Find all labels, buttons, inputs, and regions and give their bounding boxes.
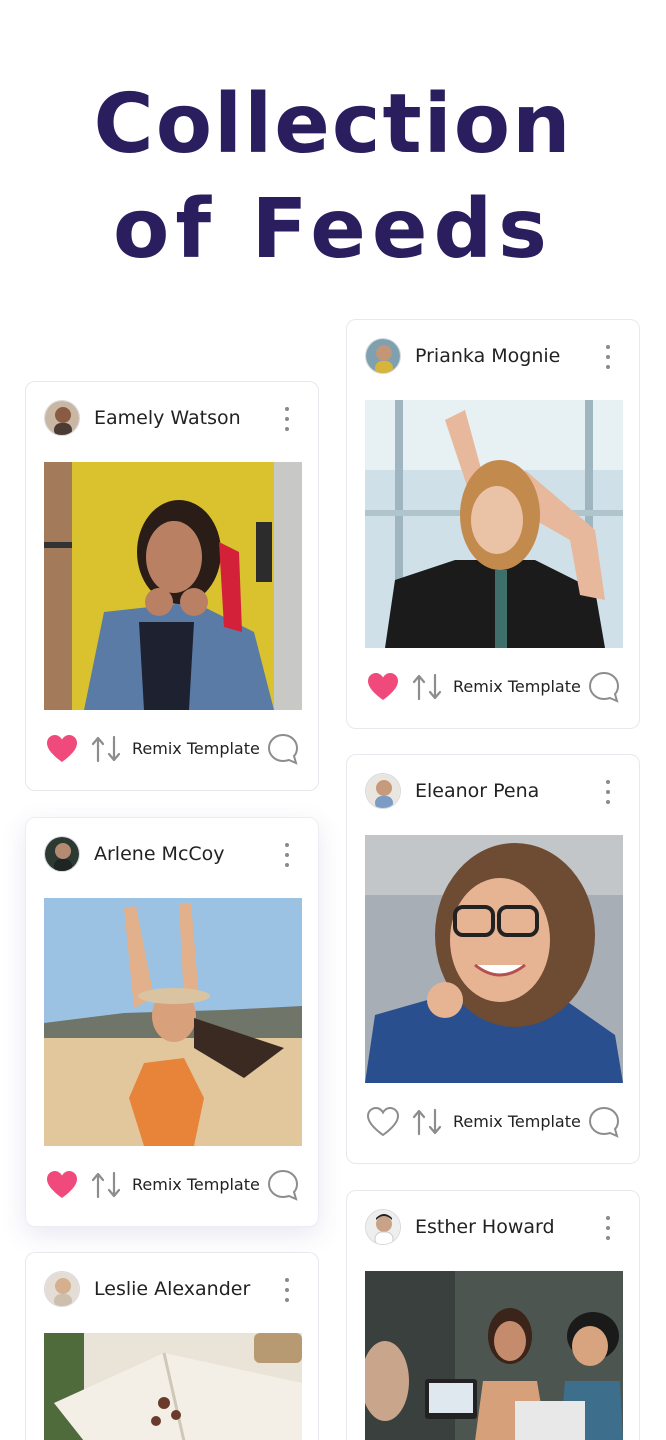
more-vertical-icon[interactable] xyxy=(601,342,615,372)
remix-icon[interactable] xyxy=(90,1169,122,1201)
username[interactable]: Esther Howard xyxy=(415,1216,555,1238)
more-vertical-icon[interactable] xyxy=(280,840,294,870)
more-vertical-icon[interactable] xyxy=(601,777,615,807)
remix-icon[interactable] xyxy=(411,1106,443,1138)
remix-icon[interactable] xyxy=(90,733,122,765)
post-actions: Remix Template xyxy=(44,730,300,770)
more-vertical-icon[interactable] xyxy=(601,1213,615,1243)
feed-card: Arlene McCoy Remix Template xyxy=(25,817,319,1227)
more-vertical-icon[interactable] xyxy=(280,404,294,434)
post-photo[interactable] xyxy=(44,462,302,710)
card-header: Esther Howard xyxy=(365,1209,621,1247)
avatar[interactable] xyxy=(365,338,401,374)
post-actions: Remix Template xyxy=(365,1103,621,1143)
card-header: Eamely Watson xyxy=(44,400,300,438)
avatar[interactable] xyxy=(365,773,401,809)
username[interactable]: Prianka Mognie xyxy=(415,345,560,367)
post-photo[interactable] xyxy=(365,1271,623,1440)
page-title-line-2: of Feeds xyxy=(113,182,553,277)
feed-card: Esther Howard xyxy=(346,1190,640,1440)
username[interactable]: Eamely Watson xyxy=(94,407,241,429)
feed-card: Eleanor Pena Remix Template xyxy=(346,754,640,1164)
page-title-line-1: Collection xyxy=(93,77,573,172)
remix-template-button[interactable]: Remix Template xyxy=(453,1112,581,1131)
card-header: Leslie Alexander xyxy=(44,1271,300,1309)
heart-icon[interactable] xyxy=(46,734,78,764)
post-actions: Remix Template xyxy=(365,668,621,708)
post-photo[interactable] xyxy=(365,400,623,648)
avatar[interactable] xyxy=(44,836,80,872)
heart-icon[interactable] xyxy=(367,1107,399,1137)
card-header: Eleanor Pena xyxy=(365,773,621,811)
card-header: Arlene McCoy xyxy=(44,836,300,874)
avatar[interactable] xyxy=(365,1209,401,1245)
feed-card: Leslie Alexander xyxy=(25,1252,319,1440)
remix-template-button[interactable]: Remix Template xyxy=(453,677,581,696)
username[interactable]: Leslie Alexander xyxy=(94,1278,250,1300)
avatar[interactable] xyxy=(44,400,80,436)
post-photo[interactable] xyxy=(44,898,302,1146)
post-actions: Remix Template xyxy=(44,1166,300,1206)
username[interactable]: Eleanor Pena xyxy=(415,780,539,802)
card-header: Prianka Mognie xyxy=(365,338,621,376)
post-photo[interactable] xyxy=(44,1333,302,1440)
heart-icon[interactable] xyxy=(367,672,399,702)
more-vertical-icon[interactable] xyxy=(280,1275,294,1305)
feed-card: Eamely Watson Remix Template xyxy=(25,381,319,791)
comment-icon[interactable] xyxy=(587,670,621,704)
comment-icon[interactable] xyxy=(266,1168,300,1202)
username[interactable]: Arlene McCoy xyxy=(94,843,225,865)
comment-icon[interactable] xyxy=(587,1105,621,1139)
feed-card: Prianka Mognie Remix Template xyxy=(346,319,640,729)
remix-template-button[interactable]: Remix Template xyxy=(132,1175,260,1194)
remix-icon[interactable] xyxy=(411,671,443,703)
remix-template-button[interactable]: Remix Template xyxy=(132,739,260,758)
comment-icon[interactable] xyxy=(266,732,300,766)
avatar[interactable] xyxy=(44,1271,80,1307)
post-photo[interactable] xyxy=(365,835,623,1083)
heart-icon[interactable] xyxy=(46,1170,78,1200)
